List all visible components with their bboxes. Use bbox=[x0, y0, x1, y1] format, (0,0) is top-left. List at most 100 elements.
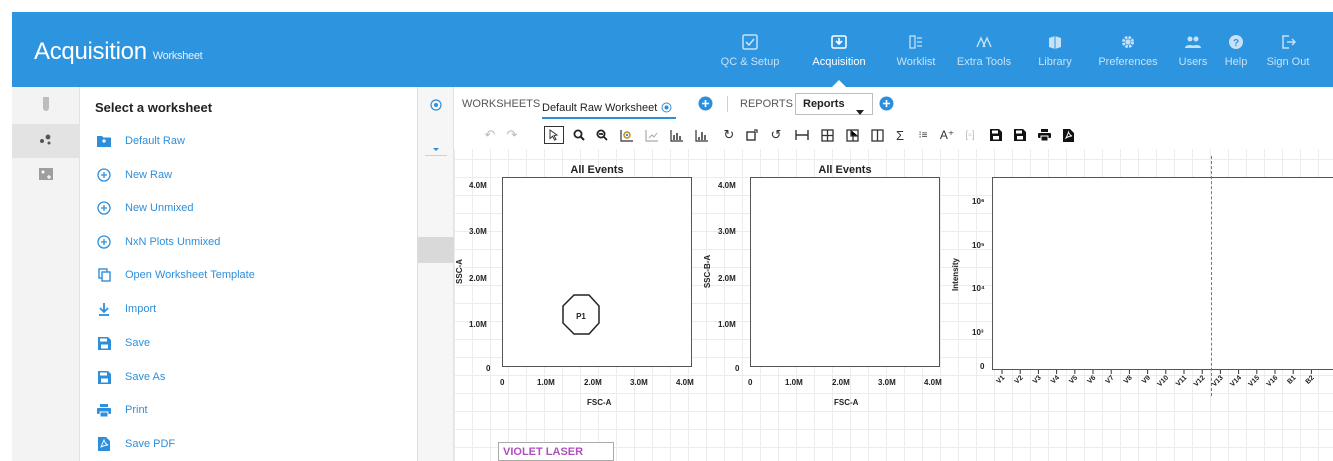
pointer-tool-icon[interactable] bbox=[544, 126, 564, 144]
channel-label: V2 bbox=[1014, 374, 1025, 385]
extra-tools-icon bbox=[976, 33, 992, 51]
dot-plot-icon[interactable] bbox=[642, 126, 662, 144]
radio-target-icon[interactable] bbox=[430, 98, 442, 116]
nav-worklist[interactable]: Worklist bbox=[886, 12, 946, 87]
rectangle-gate-icon[interactable] bbox=[742, 126, 762, 144]
rail-plots[interactable] bbox=[12, 159, 80, 193]
menu-save-as[interactable]: Save As bbox=[95, 366, 165, 388]
chevron-down-icon[interactable] bbox=[425, 142, 447, 156]
channel-label: B1 bbox=[1286, 374, 1297, 385]
strip-highlight bbox=[418, 237, 454, 263]
menu-save-pdf[interactable]: Save PDF bbox=[95, 433, 175, 455]
pdf-icon[interactable] bbox=[1058, 126, 1078, 144]
menu-label: Open Worksheet Template bbox=[125, 269, 255, 281]
channel-label: V8 bbox=[1123, 374, 1134, 385]
split-gate-icon[interactable] bbox=[867, 126, 887, 144]
gear-icon bbox=[1120, 33, 1136, 51]
plot-toolbar: ↶ ↷ ↻ ↺ Σ ⁝≡ A⁺ [▫] bbox=[454, 121, 1333, 149]
redo-icon[interactable]: ↷ bbox=[502, 126, 522, 144]
add-circle-icon bbox=[95, 167, 113, 183]
plot3-ytick: 10⁶ bbox=[972, 197, 985, 206]
plot1-ytick: 0 bbox=[486, 364, 491, 373]
ellipse-gate-icon[interactable]: ↺ bbox=[766, 126, 786, 144]
plot3-ytick: 10⁵ bbox=[972, 241, 985, 250]
tube-icon bbox=[41, 96, 51, 117]
gate-p1[interactable]: P1 bbox=[503, 178, 691, 366]
plot2-ytick: 0 bbox=[735, 364, 740, 373]
channel-label: V5 bbox=[1068, 374, 1079, 385]
plot2-ytick: 3.0M bbox=[718, 227, 736, 236]
bar-plot-icon[interactable] bbox=[692, 126, 712, 144]
save-as-icon bbox=[95, 369, 113, 385]
menu-default-raw[interactable]: Default Raw bbox=[95, 130, 185, 152]
plot1-xtick: 3.0M bbox=[630, 378, 648, 387]
histogram-icon[interactable] bbox=[667, 126, 687, 144]
menu-new-unmixed[interactable]: New Unmixed bbox=[95, 197, 193, 219]
plot2-title: All Events bbox=[818, 164, 872, 176]
nav-preferences[interactable]: Preferences bbox=[1090, 12, 1166, 87]
tab-label: Default Raw Worksheet bbox=[542, 101, 658, 114]
add-worksheet-button[interactable] bbox=[698, 96, 713, 116]
density-plot-icon[interactable] bbox=[617, 126, 637, 144]
menu-label: New Raw bbox=[125, 169, 173, 181]
add-report-button[interactable] bbox=[879, 96, 894, 116]
hierarchy-icon[interactable]: ⁝≡ bbox=[913, 126, 933, 144]
menu-label: Save As bbox=[125, 371, 166, 383]
rail-worksheet[interactable] bbox=[12, 124, 80, 158]
zoom-in-icon[interactable] bbox=[569, 126, 589, 144]
nav-label: Extra Tools bbox=[956, 56, 1012, 68]
undo-icon[interactable]: ↶ bbox=[480, 126, 500, 144]
plot2-area[interactable] bbox=[750, 177, 940, 367]
nav-library[interactable]: Library bbox=[1027, 12, 1083, 87]
pdf-icon bbox=[95, 436, 113, 452]
print-icon[interactable] bbox=[1034, 126, 1054, 144]
plot2-xtick: 4.0M bbox=[924, 378, 942, 387]
close-tab-icon[interactable] bbox=[661, 102, 672, 113]
nav-help[interactable]: ? Help bbox=[1218, 12, 1254, 87]
app-title: Acquisition Worksheet bbox=[34, 38, 203, 66]
svg-text:?: ? bbox=[1233, 38, 1239, 49]
rail-tube[interactable] bbox=[12, 89, 80, 123]
worksheets-label: WORKSHEETS bbox=[462, 98, 541, 110]
save-icon[interactable] bbox=[986, 126, 1006, 144]
panel-title: Select a worksheet bbox=[95, 100, 213, 115]
channel-label: V7 bbox=[1105, 374, 1116, 385]
plot3-area[interactable] bbox=[992, 156, 1333, 396]
plot2-xlabel: FSC-A bbox=[834, 398, 859, 407]
menu-new-raw[interactable]: New Raw bbox=[95, 164, 172, 186]
hinged-quad-gate-icon[interactable] bbox=[842, 126, 862, 144]
nav-label: Preferences bbox=[1098, 56, 1158, 68]
menu-label: NxN Plots Unmixed bbox=[125, 236, 221, 248]
nav-acquisition[interactable]: Acquisition bbox=[801, 12, 877, 87]
channel-label: V16 bbox=[1266, 374, 1280, 388]
nav-users[interactable]: Users bbox=[1172, 12, 1214, 87]
menu-nxn-plots-unmixed[interactable]: NxN Plots Unmixed bbox=[95, 231, 220, 253]
menu-label: Default Raw bbox=[125, 135, 185, 147]
channel-label: V15 bbox=[1247, 374, 1261, 388]
image-tool-icon[interactable]: [▫] bbox=[960, 126, 980, 144]
laser-box[interactable]: VIOLET LASER bbox=[498, 442, 614, 461]
tab-default-raw-worksheet[interactable]: Default Raw Worksheet bbox=[542, 91, 677, 119]
menu-print[interactable]: Print bbox=[95, 399, 148, 421]
zoom-out-icon[interactable] bbox=[592, 126, 612, 144]
channel-label: B2 bbox=[1305, 374, 1316, 385]
plot3-ytick: 0 bbox=[980, 362, 985, 371]
polygon-gate-icon[interactable]: ↻ bbox=[719, 126, 739, 144]
plot2-ytick: 2.0M bbox=[718, 274, 736, 283]
scatter-dots-icon bbox=[39, 132, 53, 150]
nav-qc-setup[interactable]: QC & Setup bbox=[715, 12, 785, 87]
save-as-icon[interactable] bbox=[1010, 126, 1030, 144]
statistics-icon[interactable]: Σ bbox=[890, 126, 910, 144]
nav-label: Acquisition bbox=[812, 56, 866, 68]
plot1-xtick: 1.0M bbox=[537, 378, 555, 387]
menu-import[interactable]: Import bbox=[95, 298, 156, 320]
quad-gate-icon[interactable] bbox=[817, 126, 837, 144]
nav-sign-out[interactable]: Sign Out bbox=[1262, 12, 1314, 87]
reports-select[interactable]: Reports bbox=[795, 93, 873, 115]
interval-gate-icon[interactable] bbox=[792, 126, 812, 144]
nav-extra-tools[interactable]: Extra Tools bbox=[948, 12, 1020, 87]
menu-save[interactable]: Save bbox=[95, 332, 150, 354]
plot1-area[interactable]: P1 bbox=[502, 177, 692, 367]
text-tool-icon[interactable]: A⁺ bbox=[937, 126, 957, 144]
menu-open-worksheet-template[interactable]: Open Worksheet Template bbox=[95, 264, 255, 286]
